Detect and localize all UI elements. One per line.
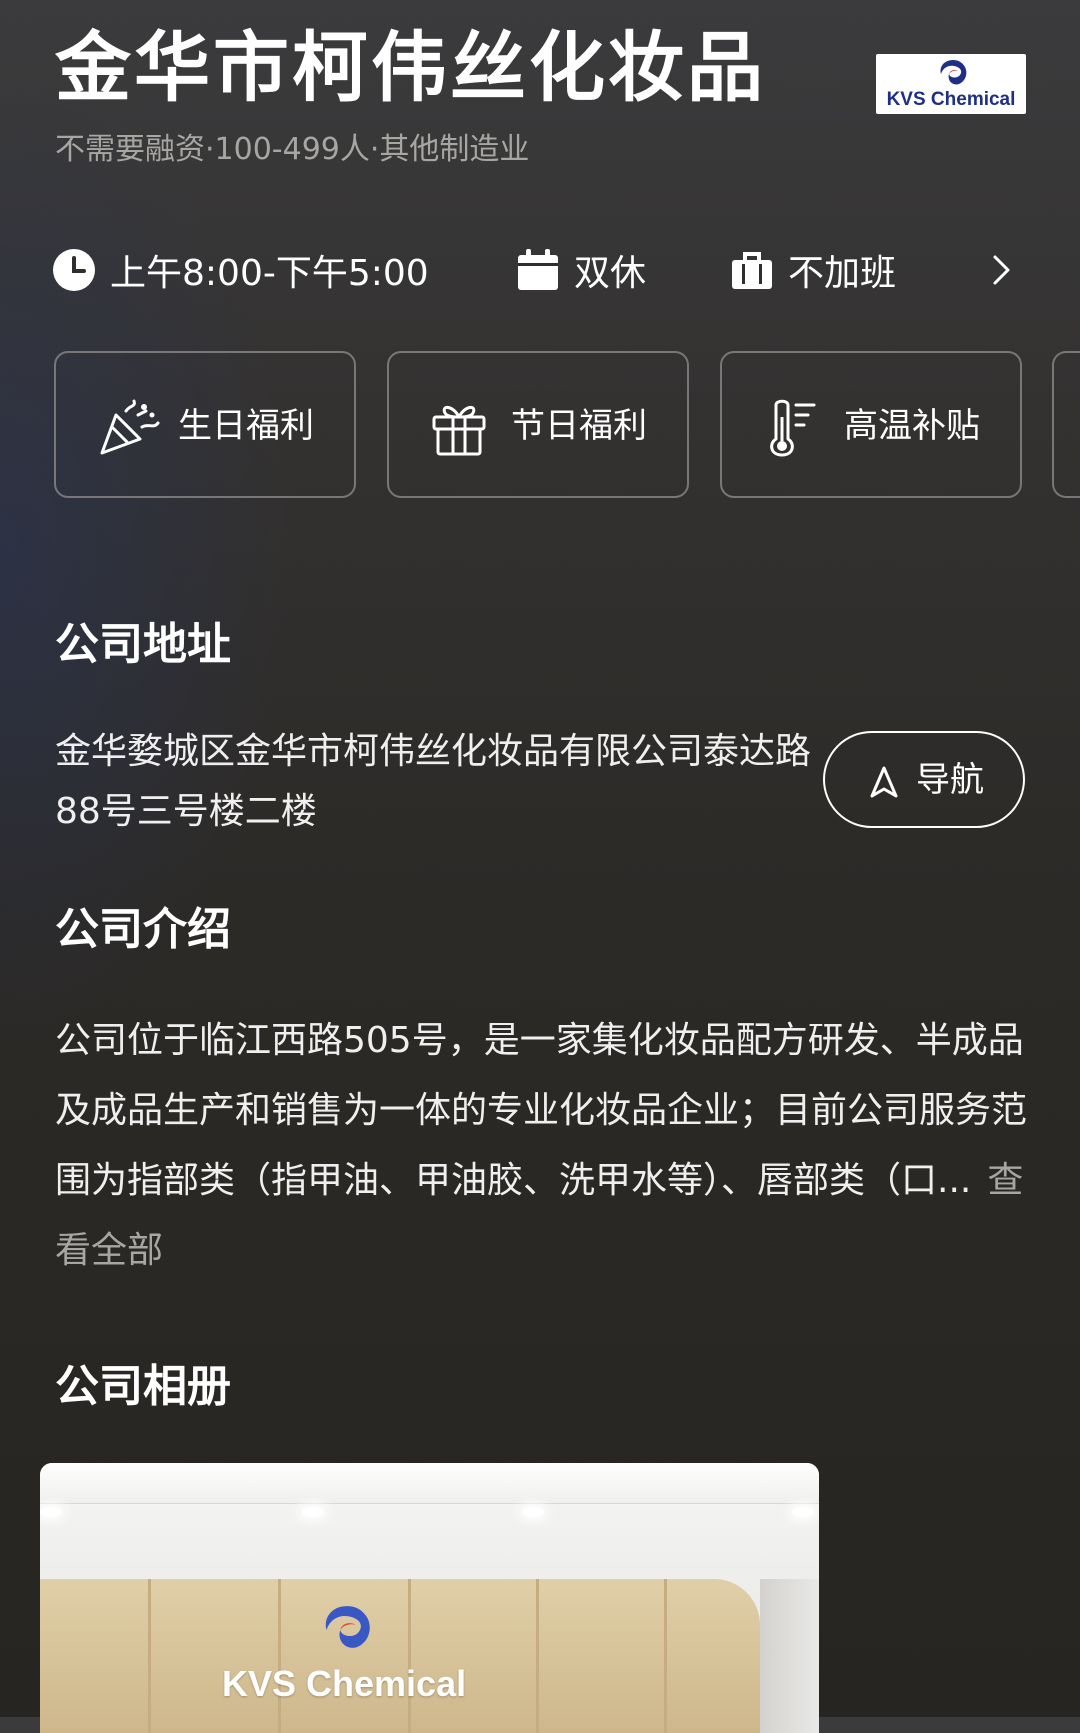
navigate-label: 导航 xyxy=(916,760,984,800)
briefcase-icon xyxy=(732,252,772,289)
wall-panel-line xyxy=(408,1579,411,1733)
benefit-holiday[interactable]: 节日福利 xyxy=(387,351,689,498)
photo-light xyxy=(40,1507,62,1517)
album-title: 公司相册 xyxy=(55,1361,231,1412)
address-title: 公司地址 xyxy=(55,619,231,670)
company-logo[interactable]: KVS Chemical xyxy=(876,54,1026,114)
logo-text: KVS Chemical xyxy=(886,89,1016,110)
thermometer-icon xyxy=(770,399,816,457)
photo-light xyxy=(792,1507,814,1517)
photo-light xyxy=(302,1507,324,1517)
kvs-wall-logo-icon xyxy=(325,1606,370,1648)
intro-text-block: 公司位于临江西路505号，是一家集化妆品配方研发、半成品及成品生产和销售为一体的… xyxy=(55,1006,1045,1286)
benefit-heat-allowance[interactable]: 高温补贴 xyxy=(720,351,1022,498)
company-name: 金华市柯伟丝化妆品 xyxy=(55,23,766,112)
photo-wall-text: KVS Chemical xyxy=(222,1663,467,1704)
photo-ceiling xyxy=(40,1463,819,1504)
company-meta: 不需要融资·100-499人·其他制造业 xyxy=(55,132,530,167)
address-text: 金华婺城区金华市柯伟丝化妆品有限公司泰达路88号三号楼二楼 xyxy=(55,731,812,832)
kvs-logo-icon xyxy=(940,60,967,85)
wall-panel-line xyxy=(536,1579,539,1733)
overtime-text: 不加班 xyxy=(788,253,897,294)
photo-wall-side xyxy=(760,1579,819,1733)
benefit-heat-label: 高温补贴 xyxy=(844,406,980,446)
chevron-right-icon[interactable] xyxy=(982,250,1022,290)
weekend-text: 双休 xyxy=(574,253,647,294)
wall-panel-line xyxy=(148,1579,151,1733)
work-hours: 上午8:00-下午5:00 xyxy=(52,240,429,300)
work-info-row[interactable]: 上午8:00-下午5:00 双休 不加班 xyxy=(52,240,1027,300)
photo-light xyxy=(522,1507,544,1517)
gift-icon xyxy=(432,406,486,456)
benefit-next-card[interactable] xyxy=(1052,351,1080,498)
navigation-arrow-icon xyxy=(870,766,898,798)
benefit-birthday-label: 生日福利 xyxy=(178,406,314,446)
navigate-button[interactable]: 导航 xyxy=(823,731,1025,828)
album-photo[interactable]: KVS Chemical xyxy=(40,1463,819,1733)
intro-title: 公司介绍 xyxy=(55,904,231,955)
weekend-info: 双休 xyxy=(516,240,646,300)
work-hours-text: 上午8:00-下午5:00 xyxy=(110,253,429,294)
benefit-birthday[interactable]: 生日福利 xyxy=(54,351,356,498)
party-popper-icon xyxy=(100,399,160,455)
wall-panel-line xyxy=(278,1579,281,1733)
intro-text: 公司位于临江西路505号，是一家集化妆品配方研发、半成品及成品生产和销售为一体的… xyxy=(55,1020,1028,1201)
clock-icon xyxy=(53,249,95,291)
benefit-holiday-label: 节日福利 xyxy=(511,406,647,446)
calendar-icon xyxy=(518,249,558,290)
wall-panel-line xyxy=(664,1579,667,1733)
overtime-info: 不加班 xyxy=(730,240,896,300)
